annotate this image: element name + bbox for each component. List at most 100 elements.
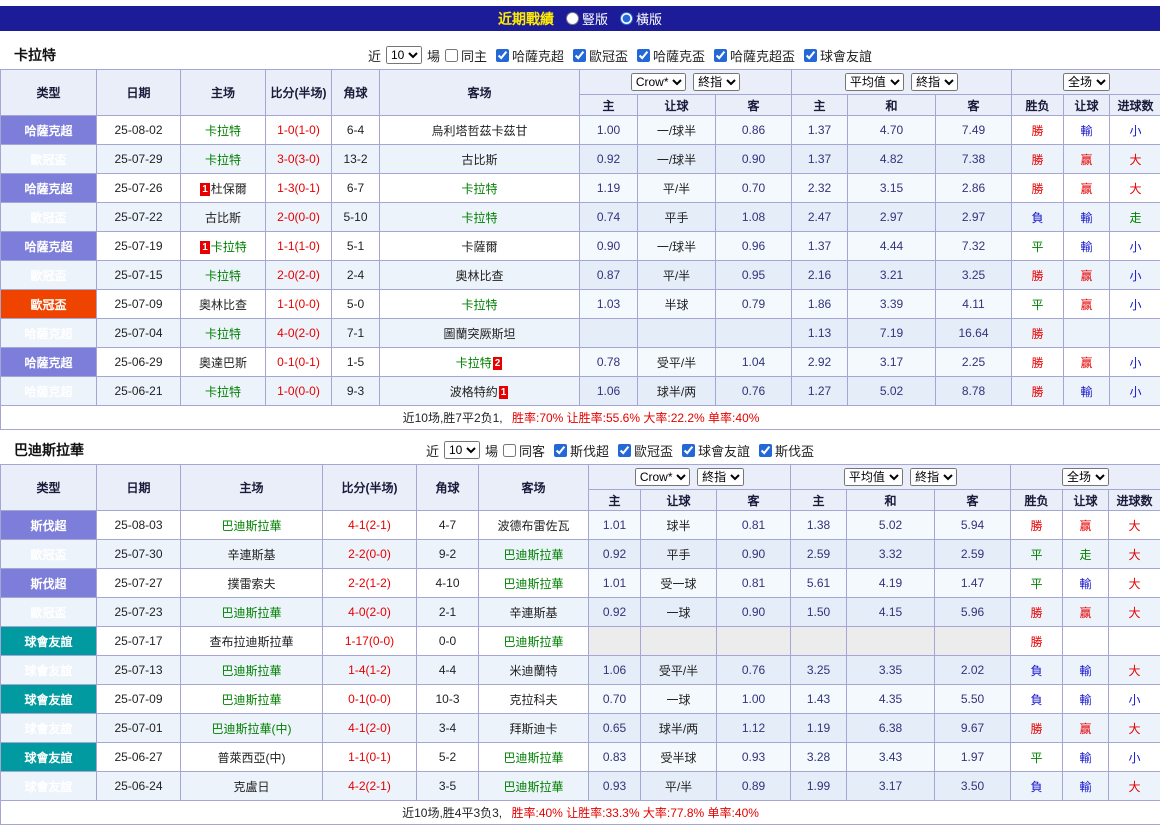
league-filter-option[interactable]: 哈薩克超盃 bbox=[714, 46, 795, 65]
scope-select[interactable]: 全场 bbox=[1062, 468, 1109, 486]
league-filter-option[interactable]: 斯伐超 bbox=[554, 441, 609, 460]
home-team-cell: 卡拉特 bbox=[181, 319, 266, 348]
avg-home: 1.43 bbox=[791, 685, 847, 714]
recent-count-select[interactable]: 10 bbox=[386, 46, 422, 64]
same-venue-checkbox[interactable] bbox=[503, 444, 516, 457]
league-filter-option[interactable]: 歐冠盃 bbox=[618, 441, 673, 460]
col-header-score: 比分(半场) bbox=[266, 70, 332, 116]
summary-record: 近10场,胜7平2负1, bbox=[403, 411, 503, 425]
col-header-score: 比分(半场) bbox=[323, 465, 417, 511]
vertical-layout-radio[interactable] bbox=[566, 12, 579, 25]
avg-home: 3.25 bbox=[791, 656, 847, 685]
avg-home: 2.16 bbox=[792, 261, 848, 290]
league-filter-option[interactable]: 歐冠盃 bbox=[573, 46, 628, 65]
result-goals: 小 bbox=[1110, 377, 1160, 406]
avg-home: 5.61 bbox=[791, 569, 847, 598]
score-cell: 1-0(1-0) bbox=[266, 116, 332, 145]
league-filter-checkbox[interactable] bbox=[714, 49, 727, 62]
odds-stage-select[interactable]: 終指 bbox=[697, 468, 744, 486]
corner-score-cell: 4-4 bbox=[417, 656, 479, 685]
score-cell: 1-4(1-2) bbox=[323, 656, 417, 685]
league-badge: 歐冠盃 bbox=[1, 598, 97, 627]
league-filter-checkbox[interactable] bbox=[573, 49, 586, 62]
score-cell: 4-2(2-1) bbox=[323, 772, 417, 801]
average-stage-select[interactable]: 終指 bbox=[910, 468, 957, 486]
league-filter-option[interactable]: 球會友誼 bbox=[804, 46, 872, 65]
team-name: 巴迪斯拉華 bbox=[503, 780, 563, 794]
away-team-cell: 古比斯 bbox=[380, 145, 580, 174]
games-label: 場 bbox=[427, 46, 440, 65]
league-badge: 哈薩克超 bbox=[1, 174, 97, 203]
league-filter-label: 哈薩克超盃 bbox=[730, 46, 795, 65]
league-filter-checkbox[interactable] bbox=[804, 49, 817, 62]
match-row: 哈薩克超25-08-02卡拉特1-0(1-0)6-4烏利塔哲茲卡茲甘1.00一/… bbox=[1, 116, 1160, 145]
same-venue-option[interactable]: 同主 bbox=[445, 46, 487, 65]
odds-handicap: 球半/两 bbox=[641, 714, 717, 743]
horizontal-layout-radio[interactable] bbox=[620, 12, 633, 25]
odds-handicap: 一/球半 bbox=[638, 116, 716, 145]
average-stage-select[interactable]: 終指 bbox=[911, 73, 958, 91]
league-badge: 歐冠盃 bbox=[1, 540, 97, 569]
avg-draw: 5.02 bbox=[848, 377, 936, 406]
team-name: 卡拉特 bbox=[205, 153, 241, 167]
team-name: 卡拉特 bbox=[205, 327, 241, 341]
league-filter-checkbox[interactable] bbox=[554, 444, 567, 457]
home-team-cell: 普萊西亞(中) bbox=[181, 743, 323, 772]
league-filter-checkbox[interactable] bbox=[496, 49, 509, 62]
league-filter-option[interactable]: 斯伐盃 bbox=[759, 441, 814, 460]
result-goals: 大 bbox=[1109, 569, 1160, 598]
league-filter-option[interactable]: 哈薩克盃 bbox=[637, 46, 705, 65]
avg-away bbox=[935, 627, 1011, 656]
odds-handicap: 球半 bbox=[641, 511, 717, 540]
scope-select[interactable]: 全场 bbox=[1063, 73, 1110, 91]
league-filter-option[interactable]: 哈薩克超 bbox=[496, 46, 564, 65]
odds-away: 0.76 bbox=[717, 656, 791, 685]
bookmaker-select[interactable]: Crow* bbox=[631, 73, 686, 91]
avg-draw: 3.15 bbox=[848, 174, 936, 203]
result-outcome: 負 bbox=[1011, 772, 1063, 801]
average-odds-group: 平均值 終指 bbox=[791, 465, 1011, 490]
odds-home: 1.01 bbox=[589, 569, 641, 598]
odds-handicap: 平手 bbox=[641, 540, 717, 569]
avg-away: 5.50 bbox=[935, 685, 1011, 714]
league-filter-checkbox[interactable] bbox=[637, 49, 650, 62]
avg-away: 2.59 bbox=[935, 540, 1011, 569]
layout-option-vertical[interactable]: 豎版 bbox=[566, 9, 608, 28]
home-team-cell: 巴迪斯拉華 bbox=[181, 685, 323, 714]
same-venue-checkbox[interactable] bbox=[445, 49, 458, 62]
team-name-heading: 巴迪斯拉華 bbox=[0, 440, 180, 460]
league-filter-option[interactable]: 球會友誼 bbox=[682, 441, 750, 460]
result-goals: 大 bbox=[1109, 511, 1160, 540]
avg-away: 4.11 bbox=[936, 290, 1012, 319]
average-select[interactable]: 平均值 bbox=[844, 468, 903, 486]
result-handicap: 輸 bbox=[1063, 569, 1109, 598]
col-header-handicap-result: 让球 bbox=[1063, 490, 1109, 511]
league-filter-checkbox[interactable] bbox=[618, 444, 631, 457]
odds-stage-select[interactable]: 終指 bbox=[693, 73, 740, 91]
odds-handicap: 一/球半 bbox=[638, 145, 716, 174]
result-handicap bbox=[1063, 627, 1109, 656]
bookmaker-select[interactable]: Crow* bbox=[635, 468, 690, 486]
layout-option-horizontal[interactable]: 橫版 bbox=[620, 9, 662, 28]
league-filter-checkbox[interactable] bbox=[759, 444, 772, 457]
same-venue-option[interactable]: 同客 bbox=[503, 441, 545, 460]
average-select[interactable]: 平均值 bbox=[845, 73, 904, 91]
match-row: 歐冠盃25-07-30辛連斯基2-2(0-0)9-2巴迪斯拉華0.92平手0.9… bbox=[1, 540, 1160, 569]
summary-record: 近10场,胜4平3负3, bbox=[402, 806, 502, 820]
league-filter-checkbox[interactable] bbox=[682, 444, 695, 457]
odds-home: 0.92 bbox=[580, 145, 638, 174]
match-date: 25-08-03 bbox=[97, 511, 181, 540]
match-date: 25-07-29 bbox=[97, 145, 181, 174]
recent-count-select[interactable]: 10 bbox=[444, 441, 480, 459]
result-outcome: 平 bbox=[1011, 743, 1063, 772]
league-badge: 哈薩克超 bbox=[1, 319, 97, 348]
col-header-avg-home: 主 bbox=[791, 490, 847, 511]
avg-draw: 3.32 bbox=[847, 540, 935, 569]
team-name: 撲雷索夫 bbox=[227, 577, 275, 591]
match-row: 球會友誼25-07-17查布拉迪斯拉華1-17(0-0)0-0巴迪斯拉華勝 bbox=[1, 627, 1160, 656]
avg-draw: 6.38 bbox=[847, 714, 935, 743]
result-goals: 小 bbox=[1110, 232, 1160, 261]
match-date: 25-07-13 bbox=[97, 656, 181, 685]
result-outcome: 勝 bbox=[1012, 145, 1064, 174]
team-name: 克盧日 bbox=[233, 780, 269, 794]
